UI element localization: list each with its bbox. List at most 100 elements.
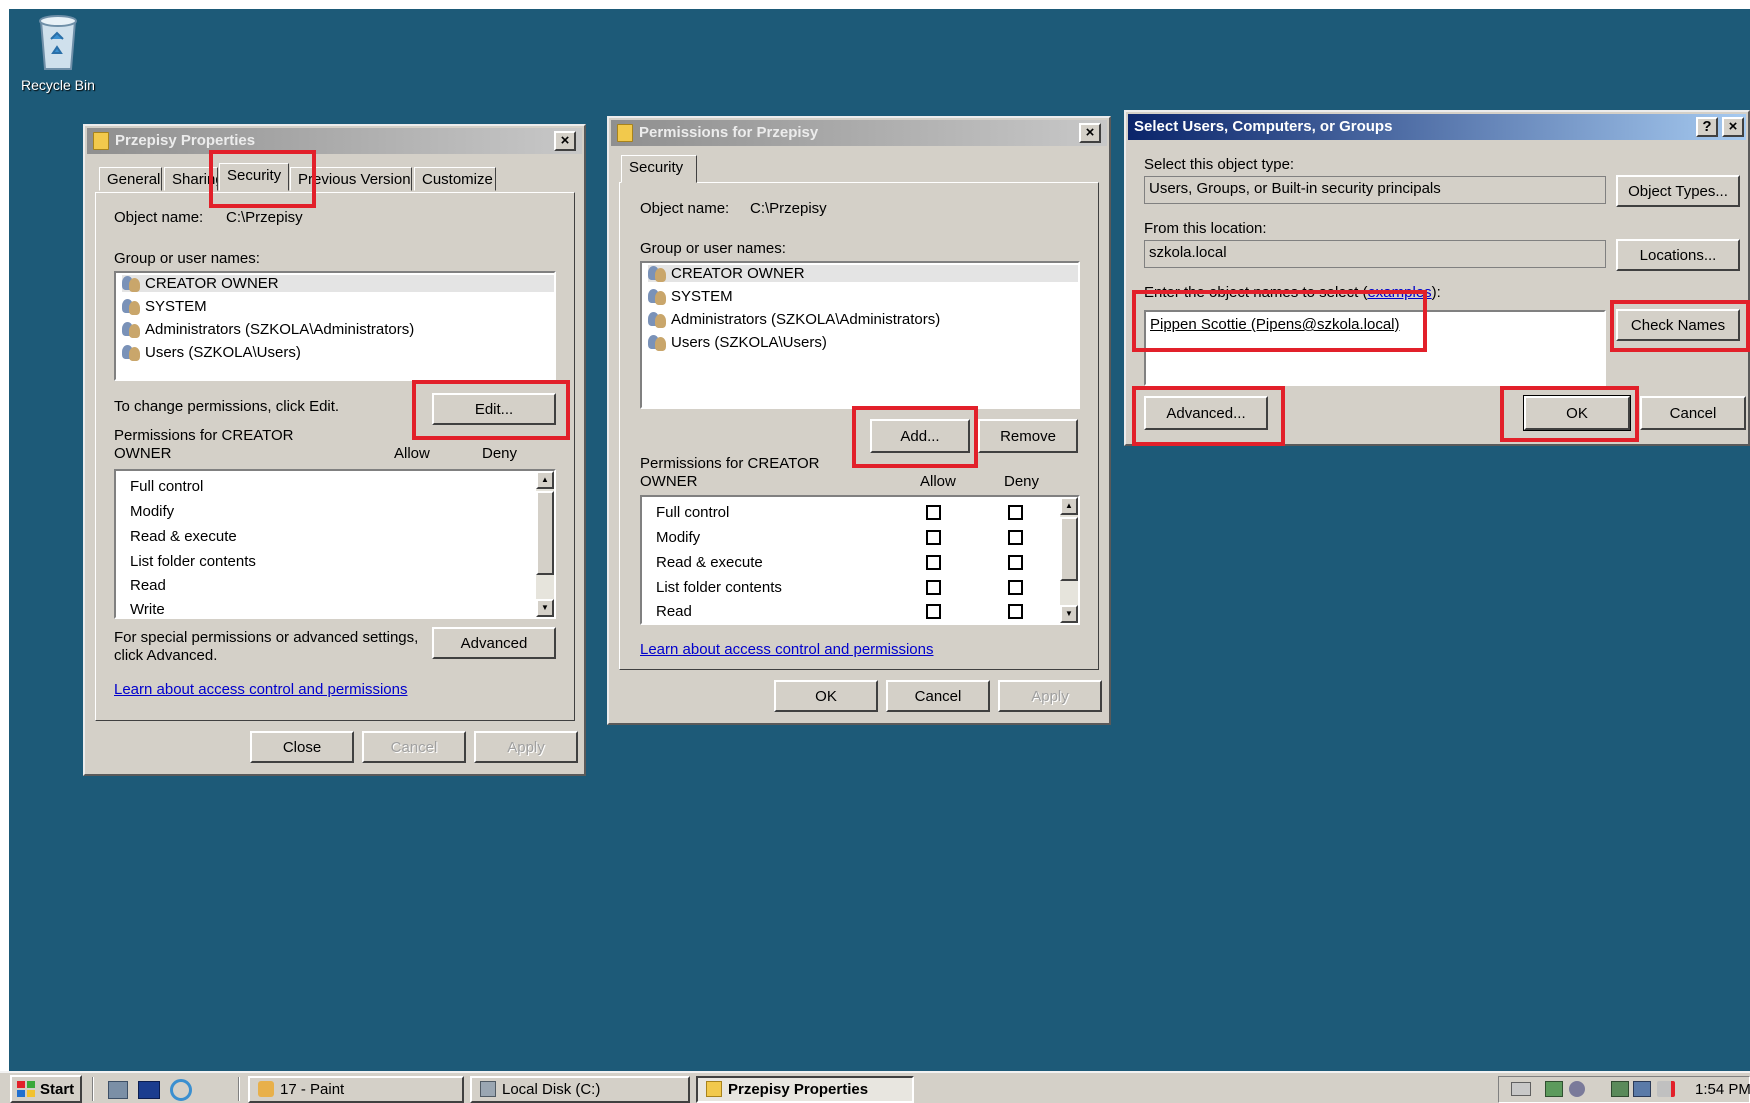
scroll-down-icon[interactable]: ▼ xyxy=(1060,605,1078,623)
system-tray: 1:54 PM xyxy=(1498,1076,1750,1103)
permissions-for-label-2: OWNER xyxy=(640,473,698,490)
taskbar-separator xyxy=(238,1077,240,1101)
tab-previous-versions[interactable]: Previous Versions xyxy=(290,167,412,191)
scroll-up-icon[interactable]: ▲ xyxy=(536,471,554,489)
server-manager-icon[interactable] xyxy=(108,1081,128,1099)
permission-item: Modify xyxy=(130,503,175,520)
security-panel: Object name: C:\Przepisy Group or user n… xyxy=(95,192,575,721)
permission-item: Write xyxy=(130,601,165,618)
taskbar-task-przepisy[interactable]: Przepisy Properties xyxy=(696,1076,914,1103)
properties-titlebar[interactable]: Przepisy Properties × xyxy=(87,128,582,154)
user-group-icon xyxy=(648,288,668,305)
security-icon[interactable] xyxy=(1569,1081,1585,1097)
user-list[interactable]: CREATOR OWNER SYSTEM Administrators (SZK… xyxy=(114,271,556,381)
examples-link[interactable]: examples xyxy=(1367,284,1431,301)
permissions-title: Permissions for Przepisy xyxy=(639,124,819,141)
allow-full-control-checkbox[interactable] xyxy=(926,505,941,520)
clock[interactable]: 1:54 PM xyxy=(1695,1081,1750,1098)
allow-modify-checkbox[interactable] xyxy=(926,530,941,545)
close-icon[interactable]: × xyxy=(1722,117,1744,137)
locations-button[interactable]: Locations... xyxy=(1616,239,1740,271)
network-icon[interactable] xyxy=(1545,1081,1563,1097)
check-names-button[interactable]: Check Names xyxy=(1616,309,1740,341)
close-icon[interactable]: × xyxy=(1079,123,1101,143)
learn-link[interactable]: Learn about access control and permissio… xyxy=(640,641,934,658)
permissions-scrollbar[interactable]: ▲ ▼ xyxy=(1060,497,1078,623)
recycle-bin-icon xyxy=(39,15,77,70)
deny-modify-checkbox[interactable] xyxy=(1008,530,1023,545)
edit-button[interactable]: Edit... xyxy=(432,393,556,425)
object-names-input[interactable]: Pippen Scottie (Pipens@szkola.local) xyxy=(1144,310,1606,386)
advanced-button[interactable]: Advanced... xyxy=(1144,396,1268,430)
ok-button[interactable]: OK xyxy=(1523,395,1631,431)
add-button[interactable]: Add... xyxy=(870,419,970,453)
allow-read-execute-checkbox[interactable] xyxy=(926,555,941,570)
select-users-titlebar[interactable]: Select Users, Computers, or Groups ? × xyxy=(1128,114,1746,140)
cancel-button[interactable]: Cancel xyxy=(1640,396,1746,430)
deny-header: Deny xyxy=(1004,473,1040,490)
scroll-down-icon[interactable]: ▼ xyxy=(536,599,554,617)
tab-sharing[interactable]: Sharing xyxy=(164,167,218,191)
allow-header: Allow xyxy=(920,473,956,490)
permission-item: Full control xyxy=(130,478,204,495)
permissions-list: Full control Modify Read & execute List … xyxy=(114,469,556,619)
folder-icon xyxy=(706,1081,722,1097)
tab-customize[interactable]: Customize xyxy=(414,167,496,191)
deny-full-control-checkbox[interactable] xyxy=(1008,505,1023,520)
group-names-label: Group or user names: xyxy=(640,240,786,257)
list-item[interactable]: Users (SZKOLA\Users) xyxy=(648,334,827,351)
list-item[interactable]: CREATOR OWNER xyxy=(648,265,1078,282)
advanced-button[interactable]: Advanced xyxy=(432,627,556,659)
list-item[interactable]: Users (SZKOLA\Users) xyxy=(122,344,301,361)
object-types-button[interactable]: Object Types... xyxy=(1616,175,1740,207)
object-name-value: C:\Przepisy xyxy=(750,200,827,217)
tab-general[interactable]: General xyxy=(99,167,162,191)
apply-button[interactable]: Apply xyxy=(474,731,578,763)
allow-read-checkbox[interactable] xyxy=(926,604,941,619)
volume-muted-icon[interactable] xyxy=(1657,1081,1675,1097)
remove-button[interactable]: Remove xyxy=(978,419,1078,453)
permission-item: List folder contents xyxy=(130,553,256,570)
tab-security[interactable]: Security xyxy=(219,163,289,191)
help-icon[interactable]: ? xyxy=(1696,117,1718,137)
allow-list-folder-checkbox[interactable] xyxy=(926,580,941,595)
special-permissions-text-2: click Advanced. xyxy=(114,647,218,664)
user-group-icon xyxy=(122,321,142,338)
taskbar-task-paint[interactable]: 17 - Paint xyxy=(248,1076,464,1103)
deny-read-execute-checkbox[interactable] xyxy=(1008,555,1023,570)
permissions-titlebar[interactable]: Permissions for Przepisy × xyxy=(611,120,1107,146)
internet-explorer-icon[interactable] xyxy=(170,1079,192,1101)
tab-security[interactable]: Security xyxy=(621,155,697,183)
cancel-button[interactable]: Cancel xyxy=(886,680,990,712)
powershell-icon[interactable] xyxy=(138,1081,160,1099)
apply-button[interactable]: Apply xyxy=(998,680,1102,712)
list-item[interactable]: CREATOR OWNER xyxy=(122,275,554,292)
deny-list-folder-checkbox[interactable] xyxy=(1008,580,1023,595)
permissions-scrollbar[interactable]: ▲ ▼ xyxy=(536,471,554,617)
taskbar: Start 17 - Paint Local Disk (C:) Przepis… xyxy=(0,1071,1750,1103)
properties-title: Przepisy Properties xyxy=(115,132,256,149)
select-users-dialog: Select Users, Computers, or Groups ? × S… xyxy=(1124,110,1750,446)
close-button[interactable]: Close xyxy=(250,731,354,763)
user-list[interactable]: CREATOR OWNER SYSTEM Administrators (SZK… xyxy=(640,261,1080,409)
deny-read-checkbox[interactable] xyxy=(1008,604,1023,619)
start-button[interactable]: Start xyxy=(10,1075,82,1103)
action-center-icon[interactable] xyxy=(1611,1081,1629,1097)
ok-button[interactable]: OK xyxy=(774,680,878,712)
learn-link[interactable]: Learn about access control and permissio… xyxy=(114,681,408,698)
list-item[interactable]: SYSTEM xyxy=(122,298,207,315)
recycle-bin[interactable]: Recycle Bin xyxy=(21,13,95,93)
list-item[interactable]: Administrators (SZKOLA\Administrators) xyxy=(122,321,414,338)
list-item[interactable]: Administrators (SZKOLA\Administrators) xyxy=(648,311,940,328)
list-item[interactable]: SYSTEM xyxy=(648,288,733,305)
scroll-thumb[interactable] xyxy=(1060,517,1078,581)
close-icon[interactable]: × xyxy=(554,131,576,151)
taskbar-task-local-disk[interactable]: Local Disk (C:) xyxy=(470,1076,690,1103)
scroll-thumb[interactable] xyxy=(536,491,554,575)
folder-icon xyxy=(93,132,109,150)
cancel-button[interactable]: Cancel xyxy=(362,731,466,763)
scroll-up-icon[interactable]: ▲ xyxy=(1060,497,1078,515)
keyboard-icon[interactable] xyxy=(1511,1082,1531,1096)
display-icon[interactable] xyxy=(1633,1081,1651,1097)
user-group-icon xyxy=(122,275,142,292)
